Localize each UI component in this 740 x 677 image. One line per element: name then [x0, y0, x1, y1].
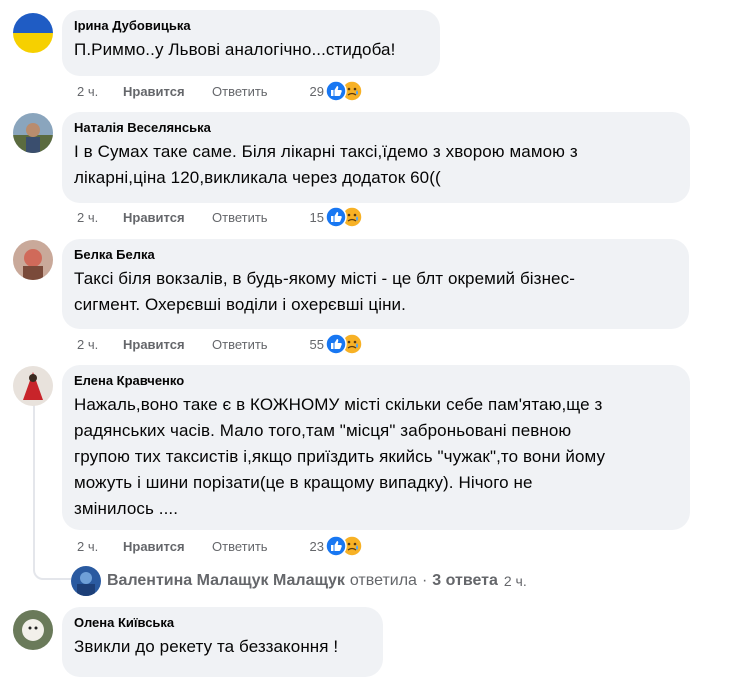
- reply-button[interactable]: Ответить: [212, 337, 300, 352]
- reactions[interactable]: [325, 333, 365, 355]
- comment-bubble: Белка Белка Таксі біля вокзалів, в будь-…: [62, 239, 689, 329]
- avatar[interactable]: [13, 240, 53, 280]
- comment-author[interactable]: Елена Кравченко: [74, 373, 678, 389]
- comment-bubble: Ірина Дубовицька П.Риммо..у Львові анало…: [62, 10, 440, 76]
- comment-author[interactable]: Олена Київська: [74, 615, 371, 631]
- like-button[interactable]: Нравится: [123, 84, 212, 99]
- like-button[interactable]: Нравится: [123, 337, 212, 352]
- comment-author[interactable]: Наталія Веселянська: [74, 120, 678, 136]
- comment-text: П.Риммо..у Львові аналогічно...стидоба!: [74, 40, 396, 59]
- reactions[interactable]: [325, 80, 365, 102]
- comment-bubble: Олена Київська Звикли до рекету та безза…: [62, 607, 383, 677]
- reaction-count[interactable]: 23: [300, 539, 324, 554]
- comment-bubble: Елена Кравченко Нажаль,воно таке є в КОЖ…: [62, 365, 690, 530]
- avatar[interactable]: [13, 113, 53, 153]
- avatar[interactable]: [13, 610, 53, 650]
- like-reaction-icon: [325, 535, 347, 557]
- reply-author[interactable]: Валентина Малащук Малащук: [107, 572, 345, 590]
- comment-time[interactable]: 2 ч.: [77, 84, 123, 99]
- comment-text: Таксі біля вокзалів, в будь-якому місті …: [74, 269, 575, 314]
- separator-dot: ·: [421, 572, 428, 589]
- avatar[interactable]: [13, 13, 53, 53]
- comment-time[interactable]: 2 ч.: [77, 210, 123, 225]
- reply-action: ответила: [349, 572, 417, 589]
- like-button[interactable]: Нравится: [123, 210, 212, 225]
- reactions[interactable]: [325, 206, 365, 228]
- reply-button[interactable]: Ответить: [212, 210, 300, 225]
- reaction-count[interactable]: 55: [300, 337, 324, 352]
- reaction-count[interactable]: 15: [300, 210, 324, 225]
- reply-avatar: [71, 566, 101, 596]
- reply-time: 2 ч.: [503, 573, 527, 589]
- comment-time[interactable]: 2 ч.: [77, 539, 123, 554]
- comment-actions: 2 ч. Нравится Ответить 23: [77, 535, 365, 557]
- comment-author[interactable]: Ірина Дубовицька: [74, 18, 428, 34]
- like-reaction-icon: [325, 206, 347, 228]
- comment-actions: 2 ч. Нравится Ответить 15: [77, 206, 365, 228]
- comment-author[interactable]: Белка Белка: [74, 247, 677, 263]
- reply-count[interactable]: 3 ответа: [432, 572, 498, 590]
- comment-bubble: Наталія Веселянська І в Сумах таке саме.…: [62, 112, 690, 203]
- like-reaction-icon: [325, 80, 347, 102]
- comment-text: Нажаль,воно таке є в КОЖНОМУ місті скіль…: [74, 395, 606, 518]
- reactions[interactable]: [325, 535, 365, 557]
- view-replies-link[interactable]: Валентина Малащук Малащук ответила · 3 о…: [71, 565, 527, 597]
- comment-text: Звикли до рекету та беззаконня !: [74, 637, 339, 656]
- comment-actions: 2 ч. Нравится Ответить 55: [77, 333, 365, 355]
- reaction-count[interactable]: 29: [300, 84, 324, 99]
- comment-time[interactable]: 2 ч.: [77, 337, 123, 352]
- reply-button[interactable]: Ответить: [212, 84, 300, 99]
- like-reaction-icon: [325, 333, 347, 355]
- comment-text: І в Сумах таке саме. Біля лікарні таксі,…: [74, 142, 578, 187]
- like-button[interactable]: Нравится: [123, 539, 212, 554]
- reply-button[interactable]: Ответить: [212, 539, 300, 554]
- avatar[interactable]: [13, 366, 53, 406]
- comment-actions: 2 ч. Нравится Ответить 29: [77, 80, 365, 102]
